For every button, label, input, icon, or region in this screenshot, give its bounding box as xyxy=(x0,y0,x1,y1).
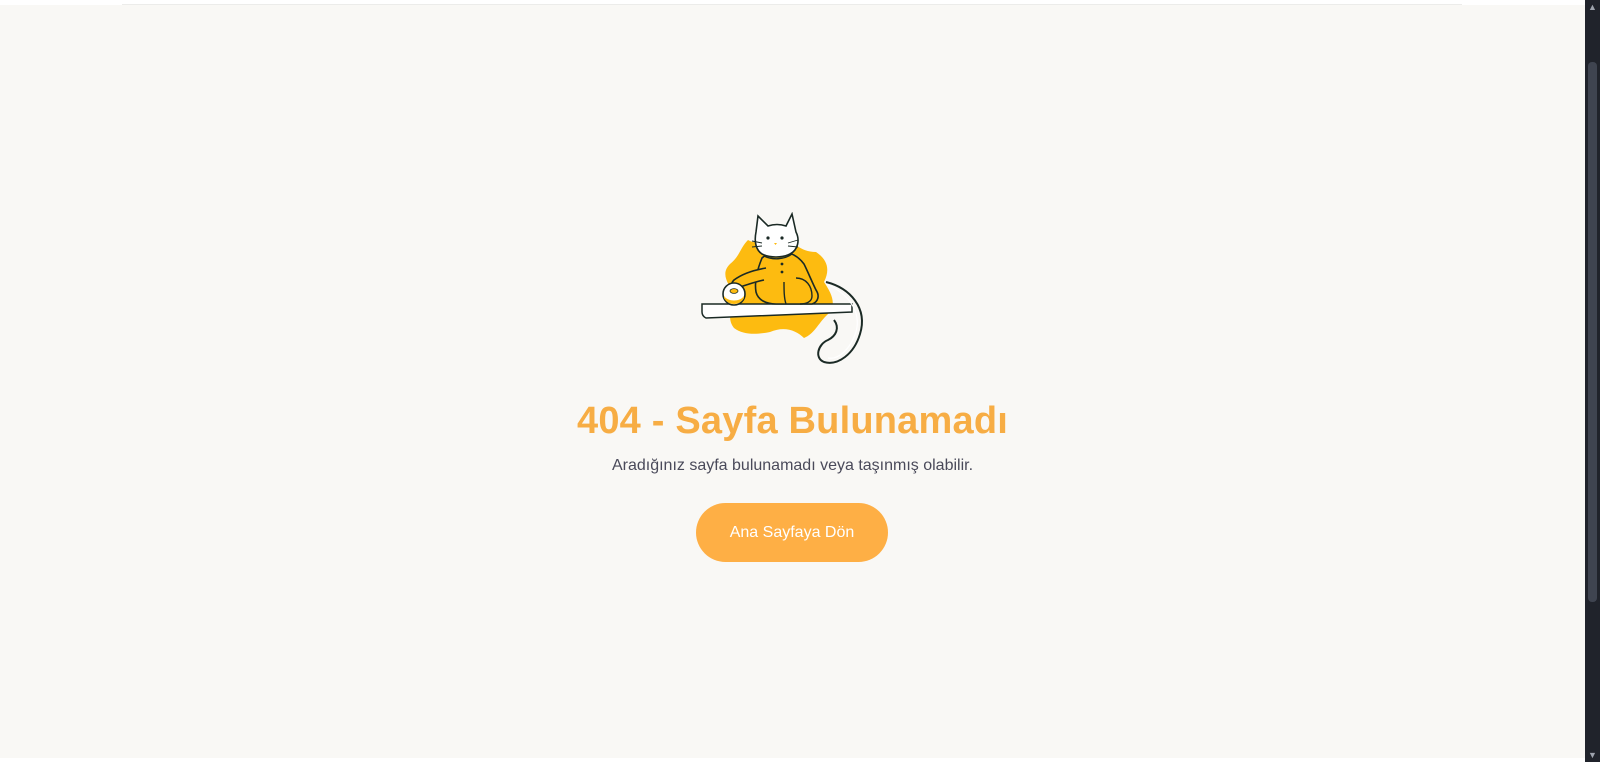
vertical-scrollbar[interactable]: ▲ ▼ xyxy=(1585,0,1600,762)
footer-strip xyxy=(0,758,1585,762)
back-home-button[interactable]: Ana Sayfaya Dön xyxy=(696,503,888,562)
cat-head xyxy=(754,212,799,258)
chevron-up-icon[interactable]: ▲ xyxy=(1585,0,1600,14)
chevron-down-icon[interactable]: ▼ xyxy=(1585,748,1600,762)
error-message: Aradığınız sayfa bulunamadı veya taşınmı… xyxy=(611,457,974,474)
cat-on-shelf-illustration xyxy=(701,212,863,364)
scrollbar-thumb[interactable] xyxy=(1588,62,1597,602)
main-content: 404 - Sayfa Bulunamadı Aradığınız sayfa … xyxy=(0,0,1585,762)
page-title: 404 - Sayfa Bulunamadı xyxy=(577,400,1008,442)
error-page: 404 - Sayfa Bulunamadı Aradığınız sayfa … xyxy=(0,0,1600,762)
